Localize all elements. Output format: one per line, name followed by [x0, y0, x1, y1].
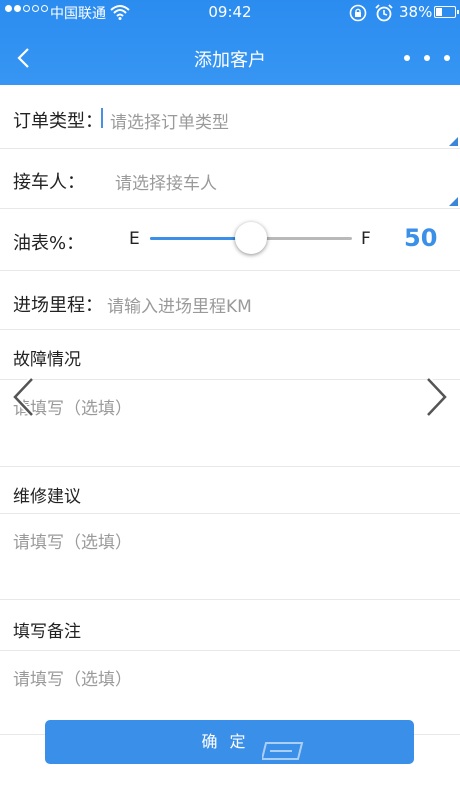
- fault-section-title: 故障情况: [13, 350, 81, 370]
- dropdown-corner-icon: [449, 137, 458, 146]
- receiver-row[interactable]: 接车人： 请选择接车人: [0, 149, 460, 209]
- chevron-left-icon: [10, 376, 35, 418]
- dropdown-corner-icon: [449, 197, 458, 206]
- fuel-slider-thumb[interactable]: [235, 222, 267, 254]
- repair-textarea[interactable]: 请填写（选填）: [0, 513, 460, 600]
- mileage-row[interactable]: 进场里程： 请输入进场里程KM: [0, 271, 460, 330]
- add-customer-screen: 中国联通 09:42 38% 添加客户 订单类型： 请选择订单类型 接车人： 请…: [0, 0, 460, 801]
- battery-percentage: 38%: [399, 3, 433, 21]
- watermark-logo: [260, 737, 412, 771]
- receiver-select[interactable]: 请选择接车人: [115, 169, 217, 194]
- order-type-label: 订单类型：: [13, 111, 103, 132]
- more-dots-icon: [404, 55, 410, 61]
- alarm-icon: [374, 3, 394, 27]
- rotation-lock-icon: [348, 3, 368, 27]
- notes-section-title: 填写备注: [13, 622, 81, 642]
- fault-textarea[interactable]: 请填写（选填）: [0, 379, 460, 467]
- page-title: 添加客户: [194, 50, 266, 71]
- fuel-row: 油表%：: [0, 209, 460, 271]
- header-bar: 中国联通 09:42 38% 添加客户: [0, 0, 460, 85]
- notes-placeholder: 请填写（选填）: [13, 670, 132, 690]
- text-cursor: [101, 108, 103, 128]
- fuel-slider[interactable]: [150, 222, 352, 254]
- battery-icon: [434, 6, 459, 18]
- chevron-right-icon: [425, 376, 450, 418]
- previous-arrow-button[interactable]: [10, 376, 36, 418]
- repair-section-title: 维修建议: [13, 487, 81, 507]
- fuel-full-label: F: [361, 229, 371, 249]
- receiver-label: 接车人：: [13, 172, 85, 193]
- repair-placeholder: 请填写（选填）: [13, 533, 132, 553]
- more-options-button[interactable]: [404, 50, 450, 66]
- fuel-label: 油表%：: [13, 233, 85, 254]
- fuel-value: 50: [404, 224, 438, 252]
- status-bar: 中国联通 09:42 38%: [0, 0, 460, 26]
- order-type-row[interactable]: 订单类型： 请选择订单类型: [0, 85, 460, 149]
- order-type-select[interactable]: 请选择订单类型: [110, 108, 229, 133]
- mileage-input[interactable]: 请输入进场里程KM: [107, 292, 252, 317]
- fuel-empty-label: E: [129, 229, 140, 249]
- mileage-label: 进场里程：: [13, 295, 103, 316]
- next-arrow-button[interactable]: [424, 376, 450, 418]
